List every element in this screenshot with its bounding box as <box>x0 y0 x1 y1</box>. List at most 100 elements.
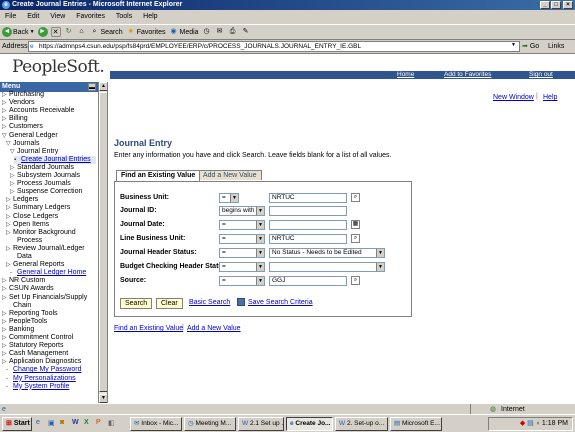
menu-item[interactable]: ▷ Monitor Background <box>6 229 76 237</box>
word-icon[interactable]: W <box>72 419 79 426</box>
save-icon[interactable] <box>237 298 245 306</box>
menu-item[interactable]: ▷ Application Diagnostics <box>2 358 81 366</box>
menu-item[interactable]: Chain <box>6 302 31 310</box>
new-window-link[interactable]: New Window <box>493 94 534 101</box>
menu-favorites[interactable]: Favorites <box>76 13 105 20</box>
favorites-button[interactable]: ★ Favorites <box>126 27 166 37</box>
save-criteria-link[interactable]: Save Search Criteria <box>248 299 313 306</box>
menu-item[interactable]: ▷ CSUN Awards <box>2 285 54 293</box>
print-icon[interactable]: ⎙ <box>228 27 238 37</box>
menu-item[interactable]: ▷ Close Ledgers <box>6 213 58 221</box>
close-button[interactable]: × <box>563 1 573 9</box>
address-input[interactable]: e https://admnps4.csun.edu/psp/fs84prd/E… <box>28 41 520 52</box>
scroll-down-icon[interactable]: ▼ <box>99 394 107 403</box>
menu-item[interactable]: ▷ Banking <box>2 326 34 334</box>
header-status-select[interactable]: No Status - Needs to be Edited ▼ <box>269 248 385 258</box>
operator-select[interactable]: = ▼ <box>219 220 265 230</box>
taskbar-task[interactable]: W 2.1 Set up ... <box>238 417 284 431</box>
home-icon[interactable]: ⌂ <box>77 27 87 37</box>
taskbar-task[interactable]: W 2. Set-up o... <box>335 417 388 431</box>
business-unit-input[interactable]: NRTUC <box>269 193 347 203</box>
menu-item[interactable]: ▷ Commitment Control <box>2 334 73 342</box>
menu-item[interactable]: ▽ Journal Entry <box>10 148 58 156</box>
edit-icon[interactable]: ✎ <box>241 27 251 37</box>
lookup-icon[interactable]: ⌕ <box>351 193 360 202</box>
menu-edit[interactable]: Edit <box>27 13 39 20</box>
stop-icon[interactable]: ✕ <box>50 27 61 37</box>
find-existing-link[interactable]: Find an Existing Value <box>114 325 183 332</box>
menu-item[interactable]: ▷ NR Custom <box>2 277 45 285</box>
media-button[interactable]: ◉ Media <box>169 27 198 37</box>
app-icon[interactable]: ◧ <box>108 419 115 427</box>
address-dropdown-icon[interactable]: ▼ <box>511 42 516 48</box>
journal-id-input[interactable] <box>269 206 347 216</box>
desktop-icon[interactable]: ▣ <box>48 419 55 427</box>
excel-icon[interactable]: X <box>84 419 89 426</box>
menu-view[interactable]: View <box>50 13 65 20</box>
operator-select[interactable]: = ▼ <box>219 248 265 258</box>
operator-select[interactable]: = ▼ <box>219 262 265 272</box>
taskbar-task[interactable]: ◷ Meeting M... <box>184 417 236 431</box>
links-button[interactable]: Links <box>548 41 564 52</box>
menu-item[interactable]: ▷ Vendors <box>2 99 35 107</box>
menu-item[interactable]: - My Personalizations <box>6 375 76 383</box>
collapse-menu-button[interactable]: ▬ <box>88 83 96 91</box>
menu-help[interactable]: Help <box>143 13 157 20</box>
clear-button[interactable]: Clear <box>156 298 183 309</box>
menu-file[interactable]: File <box>5 13 16 20</box>
menu-item[interactable]: ▷ Summary Ledgers <box>6 204 70 212</box>
menu-item[interactable]: ▷ Purchasing <box>2 91 44 99</box>
signout-link[interactable]: Sign out <box>529 71 553 79</box>
go-button[interactable]: ➡ Go <box>522 41 539 52</box>
mail-icon[interactable]: ✉ <box>215 27 225 37</box>
menu-item[interactable]: ▷ Reporting Tools <box>2 310 58 318</box>
menu-item[interactable]: ▷ Ledgers <box>6 196 38 204</box>
outlook-icon[interactable]: ◙ <box>60 419 64 426</box>
menu-item[interactable]: ▷ Suspense Correction <box>10 188 82 196</box>
scroll-thumb[interactable] <box>99 92 107 392</box>
lookup-icon[interactable]: ⌕ <box>351 276 360 285</box>
menu-item[interactable]: Process <box>10 237 42 245</box>
operator-select[interactable]: = ▼ <box>219 276 265 286</box>
menu-item[interactable]: ▷ Customers <box>2 123 43 131</box>
minimize-button[interactable]: _ <box>540 1 550 9</box>
lookup-icon[interactable]: ⌕ <box>351 234 360 243</box>
menu-item[interactable]: Data <box>10 253 32 261</box>
menu-item[interactable]: ▷ Cash Management <box>2 350 68 358</box>
help-link[interactable]: Help <box>543 94 557 101</box>
operator-select[interactable]: = ▼ <box>219 193 239 203</box>
menu-item[interactable]: - My System Profile <box>6 383 69 391</box>
tab-find-existing[interactable]: Find an Existing Value <box>116 170 201 181</box>
operator-select[interactable]: = ▼ <box>219 234 265 244</box>
add-new-link[interactable]: Add a New Value <box>187 325 241 332</box>
menu-item[interactable]: ▷ Statutory Reports <box>2 342 63 350</box>
taskbar-task[interactable]: e Create Jo... <box>286 417 333 431</box>
menu-item[interactable]: ▷ Billing <box>2 115 28 123</box>
menu-item[interactable]: ▷ Accounts Receivable <box>2 107 74 115</box>
start-button[interactable]: ⊞ Start <box>2 417 32 431</box>
search-button[interactable]: Search <box>120 298 153 309</box>
menu-item[interactable]: ▪ Create Journal Entries <box>14 155 96 164</box>
tab-add-new[interactable]: Add a New Value <box>198 170 262 180</box>
menu-item[interactable]: ▽ Journals <box>6 140 39 148</box>
maximize-button[interactable]: □ <box>551 1 561 9</box>
menu-item[interactable]: ▷ Review Journal/Ledger <box>6 245 85 253</box>
taskbar-task[interactable]: ▤ Microsoft E... <box>390 417 442 431</box>
forward-button[interactable]: ► <box>37 27 48 37</box>
menu-item[interactable]: ▷ Set Up Financials/Supply <box>2 294 87 302</box>
menu-tools[interactable]: Tools <box>116 13 132 20</box>
source-input[interactable]: GGJ <box>269 276 347 286</box>
menu-item[interactable]: ▷ General Reports <box>6 261 64 269</box>
add-favorites-link[interactable]: Add to Favorites <box>444 71 491 79</box>
menu-scrollbar[interactable]: ▲ ▼ <box>98 82 107 404</box>
home-link[interactable]: Home <box>397 71 414 79</box>
history-icon[interactable]: ◷ <box>202 27 212 37</box>
menu-item[interactable]: ▷ Open Items <box>6 221 49 229</box>
journal-date-input[interactable] <box>269 220 347 230</box>
taskbar-task[interactable]: ✉ Inbox - Mic... <box>130 417 182 431</box>
scroll-up-icon[interactable]: ▲ <box>99 82 107 91</box>
operator-select[interactable]: begins with ▼ <box>219 206 265 216</box>
budget-status-select[interactable]: ▼ <box>269 262 385 272</box>
search-button[interactable]: ⌕ Search <box>90 27 123 37</box>
line-business-unit-input[interactable]: NRTUC <box>269 234 347 244</box>
